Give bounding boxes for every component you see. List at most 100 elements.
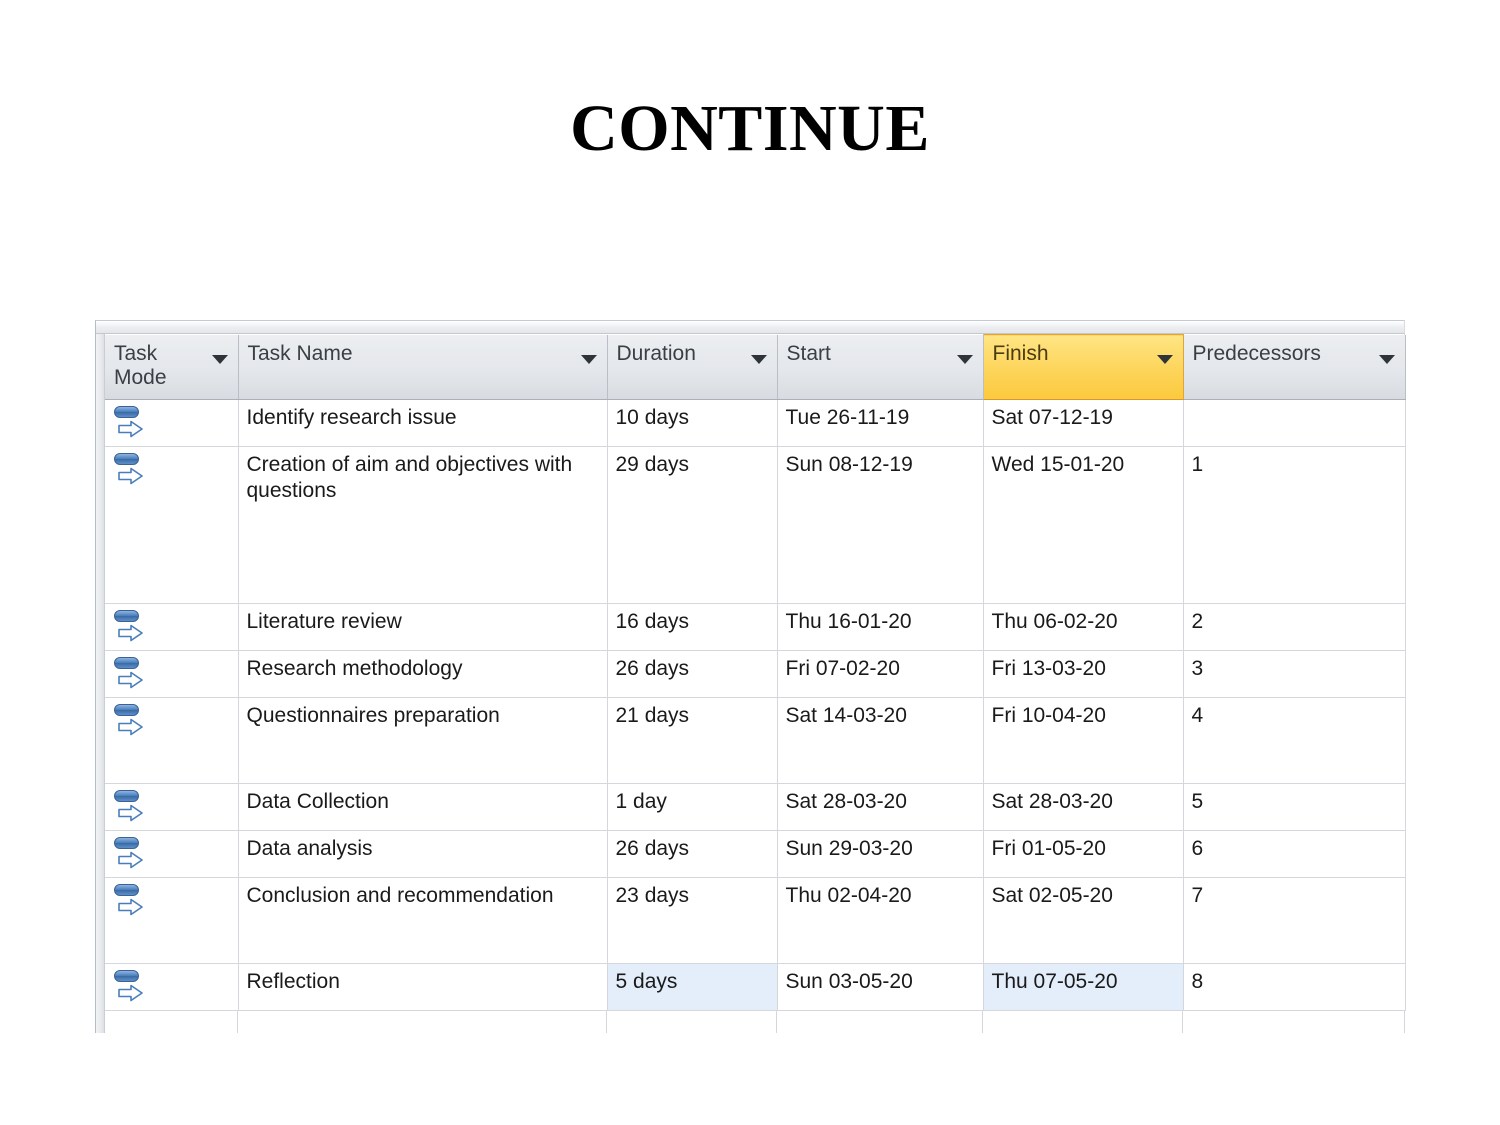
start-date-text: Thu 16-01-20 — [785, 610, 912, 634]
cell-start[interactable]: Sun 08-12-19 — [777, 446, 984, 605]
finish-date-text: Sat 07-12-19 — [991, 406, 1113, 430]
column-header-start[interactable]: Start — [777, 334, 984, 401]
chevron-down-filter-icon[interactable] — [211, 354, 228, 364]
start-date-text: Sun 03-05-20 — [785, 970, 913, 994]
task-name-text: Reflection — [246, 970, 340, 994]
cell-task-name[interactable]: Data analysis — [238, 830, 608, 879]
cell-duration[interactable]: 10 days — [607, 399, 778, 448]
cell-predecessors[interactable]: 3 — [1183, 650, 1406, 699]
column-header-duration[interactable]: Duration — [607, 334, 778, 401]
manually-scheduled-task-icon — [113, 836, 147, 870]
cell-task-mode[interactable] — [105, 963, 239, 1012]
chevron-down-filter-icon[interactable] — [580, 354, 597, 364]
cell-task-mode[interactable] — [105, 650, 239, 699]
task-name-text: Creation of aim and objectives with ques… — [246, 453, 573, 503]
cell-predecessors[interactable]: 4 — [1183, 697, 1406, 785]
table-row[interactable]: Data analysis 26 days Sun 29-03-20 Fri 01-0… — [105, 830, 1406, 879]
cell-duration[interactable]: 16 days — [607, 603, 778, 652]
column-header-label: Task Mode — [114, 341, 167, 390]
chevron-down-filter-icon[interactable] — [750, 354, 767, 364]
footer-cell — [777, 1011, 983, 1034]
cell-finish[interactable]: Thu 07-05-20 — [983, 963, 1184, 1012]
cell-task-mode[interactable] — [105, 399, 239, 448]
cell-finish[interactable]: Sat 28-03-20 — [983, 783, 1184, 832]
table-row[interactable]: Literature review 16 days Thu 16-01-20 Thu … — [105, 603, 1406, 652]
cell-start[interactable]: Thu 16-01-20 — [777, 603, 984, 652]
table-row[interactable]: Identify research issue 10 days Tue 26-11-… — [105, 399, 1406, 448]
cell-start[interactable]: Thu 02-04-20 — [777, 877, 984, 965]
task-name-text: Data analysis — [246, 837, 373, 861]
column-header-predecessors[interactable]: Predecessors — [1183, 334, 1406, 401]
cell-start[interactable]: Fri 07-02-20 — [777, 650, 984, 699]
cell-duration[interactable]: 5 days — [607, 963, 778, 1012]
task-name-text: Research methodology — [246, 657, 463, 681]
cell-start[interactable]: Sun 29-03-20 — [777, 830, 984, 879]
cell-task-name[interactable]: Research methodology — [238, 650, 608, 699]
cell-task-name[interactable]: Conclusion and recommendation — [238, 877, 608, 965]
table-row[interactable]: Reflection 5 days Sun 03-05-20 Thu 07-05-20… — [105, 963, 1406, 1012]
column-header-task-mode[interactable]: Task Mode — [105, 334, 239, 401]
start-date-text: Tue 26-11-19 — [785, 406, 910, 430]
footer-cell — [238, 1011, 607, 1034]
cell-duration[interactable]: 21 days — [607, 697, 778, 785]
cell-task-name[interactable]: Identify research issue — [238, 399, 608, 448]
cell-task-mode[interactable] — [105, 446, 239, 605]
cell-finish[interactable]: Sat 07-12-19 — [983, 399, 1184, 448]
start-date-text: Fri 07-02-20 — [785, 657, 900, 681]
column-header-finish[interactable]: Finish — [982, 333, 1184, 401]
cell-finish[interactable]: Fri 01-05-20 — [983, 830, 1184, 879]
chevron-down-filter-icon[interactable] — [1156, 355, 1173, 364]
cell-duration[interactable]: 1 day — [607, 783, 778, 832]
cell-finish[interactable]: Sat 02-05-20 — [983, 877, 1184, 965]
cell-task-mode[interactable] — [105, 877, 239, 965]
cell-finish[interactable]: Wed 15-01-20 — [983, 446, 1184, 605]
cell-task-name[interactable]: Literature review — [238, 603, 608, 652]
cell-finish[interactable]: Fri 13-03-20 — [983, 650, 1184, 699]
table-row[interactable]: Research methodology 26 days Fri 07-02-20 F… — [105, 650, 1406, 699]
table-row[interactable]: Creation of aim and objectives with ques… — [105, 446, 1406, 605]
cell-predecessors[interactable]: 5 — [1183, 783, 1406, 832]
task-name-text: Conclusion and recommendation — [246, 884, 554, 908]
cell-duration[interactable]: 26 days — [607, 830, 778, 879]
duration-text: 29 days — [615, 453, 690, 477]
duration-text: 5 days — [615, 970, 678, 994]
cell-finish[interactable]: Thu 06-02-20 — [983, 603, 1184, 652]
cell-duration[interactable]: 29 days — [607, 446, 778, 605]
cell-start[interactable]: Sat 28-03-20 — [777, 783, 984, 832]
table-row[interactable]: Conclusion and recommendation 23 days Thu … — [105, 877, 1406, 965]
cell-task-mode[interactable] — [105, 830, 239, 879]
manually-scheduled-task-icon — [113, 609, 147, 643]
cell-predecessors[interactable]: 7 — [1183, 877, 1406, 965]
cell-predecessors[interactable] — [1183, 399, 1406, 448]
footer-cell — [983, 1011, 1183, 1034]
start-date-text: Sun 29-03-20 — [785, 837, 913, 861]
table-row[interactable]: Questionnaires preparation 21 days Sat 14-… — [105, 697, 1406, 785]
cell-start[interactable]: Sat 14-03-20 — [777, 697, 984, 785]
start-date-text: Sat 28-03-20 — [785, 790, 907, 814]
grid-split-bar[interactable] — [96, 321, 1404, 334]
table-row[interactable]: Data Collection 1 day Sat 28-03-20 Sat 28-0… — [105, 783, 1406, 832]
column-header-task-name[interactable]: Task Name — [238, 334, 608, 401]
cell-predecessors[interactable]: 2 — [1183, 603, 1406, 652]
cell-predecessors[interactable]: 1 — [1183, 446, 1406, 605]
chevron-down-filter-icon[interactable] — [1378, 354, 1395, 364]
cell-task-mode[interactable] — [105, 603, 239, 652]
cell-finish[interactable]: Fri 10-04-20 — [983, 697, 1184, 785]
finish-date-text: Fri 10-04-20 — [991, 704, 1106, 728]
cell-start[interactable]: Sun 03-05-20 — [777, 963, 984, 1012]
cell-task-name[interactable]: Questionnaires preparation — [238, 697, 608, 785]
cell-duration[interactable]: 26 days — [607, 650, 778, 699]
cell-task-name[interactable]: Reflection — [238, 963, 608, 1012]
cell-task-mode[interactable] — [105, 697, 239, 785]
finish-date-text: Thu 06-02-20 — [991, 610, 1118, 634]
cell-duration[interactable]: 23 days — [607, 877, 778, 965]
cell-task-name[interactable]: Data Collection — [238, 783, 608, 832]
cell-predecessors[interactable]: 8 — [1183, 963, 1406, 1012]
cell-start[interactable]: Tue 26-11-19 — [777, 399, 984, 448]
start-date-text: Sun 08-12-19 — [785, 453, 913, 477]
cell-task-mode[interactable] — [105, 783, 239, 832]
finish-date-text: Fri 13-03-20 — [991, 657, 1106, 681]
chevron-down-filter-icon[interactable] — [956, 354, 973, 364]
cell-predecessors[interactable]: 6 — [1183, 830, 1406, 879]
cell-task-name[interactable]: Creation of aim and objectives with ques… — [238, 446, 608, 605]
